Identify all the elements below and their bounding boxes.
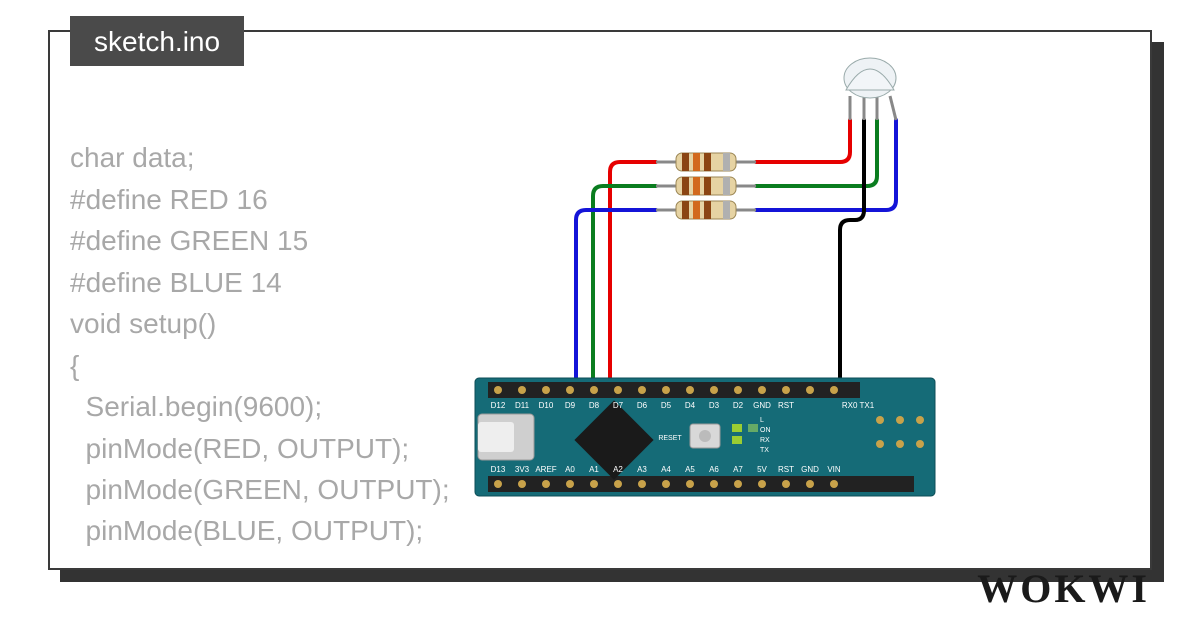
code-editor[interactable]: char data; #define RED 16 #define GREEN … (70, 96, 450, 552)
wokwi-logo: WOKWI (977, 565, 1150, 612)
file-tab[interactable]: sketch.ino (70, 16, 244, 66)
code-line: #define RED 16 (70, 184, 268, 215)
code-line: #define GREEN 15 (70, 225, 308, 256)
code-line: Serial.begin(9600); (70, 391, 322, 422)
code-line: #define BLUE 14 (70, 267, 282, 298)
code-line: char data; (70, 142, 195, 173)
code-line: { (70, 350, 79, 381)
code-line: void setup() (70, 308, 216, 339)
code-line: pinMode(RED, OUTPUT); (70, 433, 409, 464)
code-line: pinMode(GREEN, OUTPUT); (70, 474, 450, 505)
file-tab-label: sketch.ino (94, 26, 220, 57)
logo-text: WOKWI (977, 566, 1150, 611)
code-line: pinMode(BLUE, OUTPUT); (70, 515, 423, 546)
